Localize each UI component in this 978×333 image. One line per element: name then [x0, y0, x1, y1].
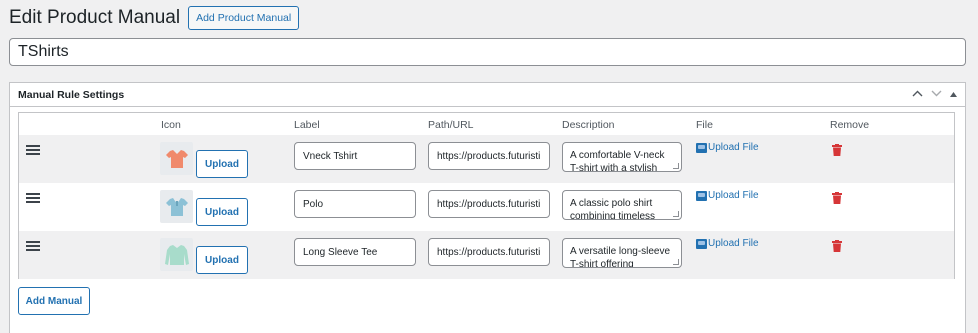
trash-icon[interactable] — [832, 144, 842, 156]
trash-icon[interactable] — [832, 240, 842, 252]
table-header: Icon Label Path/URL Description File Rem… — [19, 113, 954, 135]
resize-grip-icon[interactable] — [673, 211, 679, 217]
description-line: A classic polo shirt — [570, 198, 653, 209]
label-input[interactable] — [294, 190, 416, 218]
polo-blue-icon — [160, 190, 193, 223]
path-url-input[interactable] — [428, 238, 550, 266]
path-url-input[interactable] — [428, 190, 550, 218]
postbox-title: Manual Rule Settings — [18, 88, 125, 101]
description-textarea[interactable]: A classic polo shirt combining timeless — [562, 190, 682, 220]
postbox-header: Manual Rule Settings — [10, 83, 965, 107]
page-heading: Edit Product Manual Add Product Manual — [9, 6, 300, 30]
drag-handle-icon[interactable] — [26, 145, 40, 155]
path-url-input[interactable] — [428, 142, 550, 170]
image-icon — [696, 190, 707, 201]
column-description: Description — [562, 119, 615, 131]
toggle-arrow-icon[interactable] — [950, 89, 957, 100]
upload-file-link[interactable]: Upload File — [696, 238, 759, 249]
column-remove: Remove — [830, 119, 870, 131]
column-path: Path/URL — [428, 119, 474, 131]
manual-rules-table: Icon Label Path/URL Description File Rem… — [18, 112, 955, 279]
resize-grip-icon[interactable] — [673, 259, 679, 265]
column-label: Label — [294, 119, 320, 131]
description-line: A versatile long-sleeve — [570, 246, 671, 257]
table-row: Upload A classic polo shirt combining ti… — [19, 183, 954, 231]
handle-actions — [912, 89, 957, 100]
upload-file-label: Upload File — [708, 238, 759, 249]
description-textarea[interactable]: A versatile long-sleeve T-shirt offering — [562, 238, 682, 268]
resize-grip-icon[interactable] — [673, 163, 679, 169]
label-input[interactable] — [294, 142, 416, 170]
upload-icon-button[interactable]: Upload — [196, 198, 248, 226]
add-product-manual-button[interactable]: Add Product Manual — [188, 6, 300, 30]
post-title-input[interactable] — [9, 38, 966, 66]
chevron-up-icon[interactable] — [912, 89, 923, 100]
description-textarea[interactable]: A comfortable V-neck T-shirt with a styl… — [562, 142, 682, 172]
upload-file-label: Upload File — [708, 142, 759, 153]
label-input[interactable] — [294, 238, 416, 266]
tshirt-orange-icon — [160, 142, 193, 175]
upload-file-label: Upload File — [708, 190, 759, 201]
upload-file-link[interactable]: Upload File — [696, 190, 759, 201]
trash-icon[interactable] — [832, 192, 842, 204]
upload-icon-button[interactable]: Upload — [196, 246, 248, 274]
drag-handle-icon[interactable] — [26, 241, 40, 251]
page-title: Edit Product Manual — [9, 7, 181, 28]
column-icon: Icon — [161, 119, 181, 131]
drag-handle-icon[interactable] — [26, 193, 40, 203]
table-row: Upload A versatile long-sleeve T-shirt o… — [19, 231, 954, 279]
add-manual-button[interactable]: Add Manual — [18, 287, 90, 315]
chevron-down-icon[interactable] — [931, 89, 942, 100]
image-icon — [696, 142, 707, 153]
longsleeve-mint-icon — [160, 238, 193, 271]
image-icon — [696, 238, 707, 249]
manual-rule-settings-box: Manual Rule Settings Icon Label Path/URL… — [9, 82, 966, 333]
description-line: A comfortable V-neck — [570, 150, 665, 161]
column-file: File — [696, 119, 713, 131]
upload-file-link[interactable]: Upload File — [696, 142, 759, 153]
description-line: T-shirt with a stylish — [570, 163, 658, 172]
upload-icon-button[interactable]: Upload — [196, 150, 248, 178]
description-line: combining timeless — [570, 211, 656, 220]
description-line: T-shirt offering — [570, 259, 634, 268]
table-row: Upload A comfortable V-neck T-shirt with… — [19, 135, 954, 183]
